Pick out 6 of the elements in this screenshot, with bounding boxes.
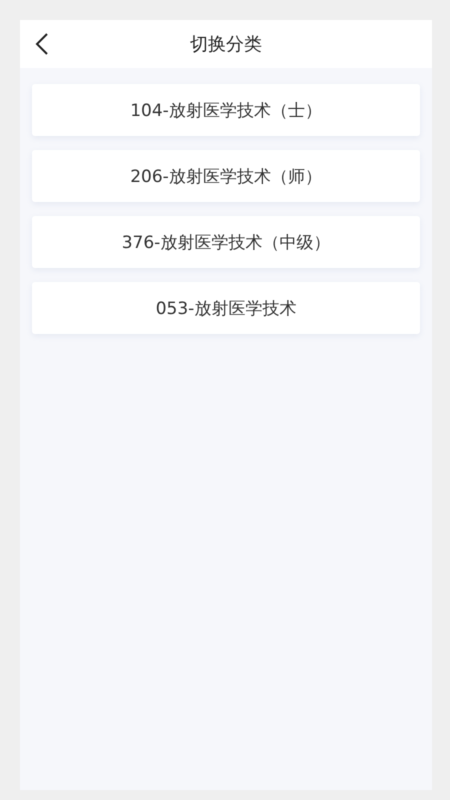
screen-title: 切换分类 bbox=[190, 33, 262, 56]
category-item[interactable]: 053-放射医学技术 bbox=[32, 282, 420, 334]
category-item[interactable]: 206-放射医学技术（师） bbox=[32, 150, 420, 202]
category-item[interactable]: 104-放射医学技术（士） bbox=[32, 84, 420, 136]
category-item[interactable]: 376-放射医学技术（中级） bbox=[32, 216, 420, 268]
chevron-left-icon bbox=[35, 33, 49, 55]
